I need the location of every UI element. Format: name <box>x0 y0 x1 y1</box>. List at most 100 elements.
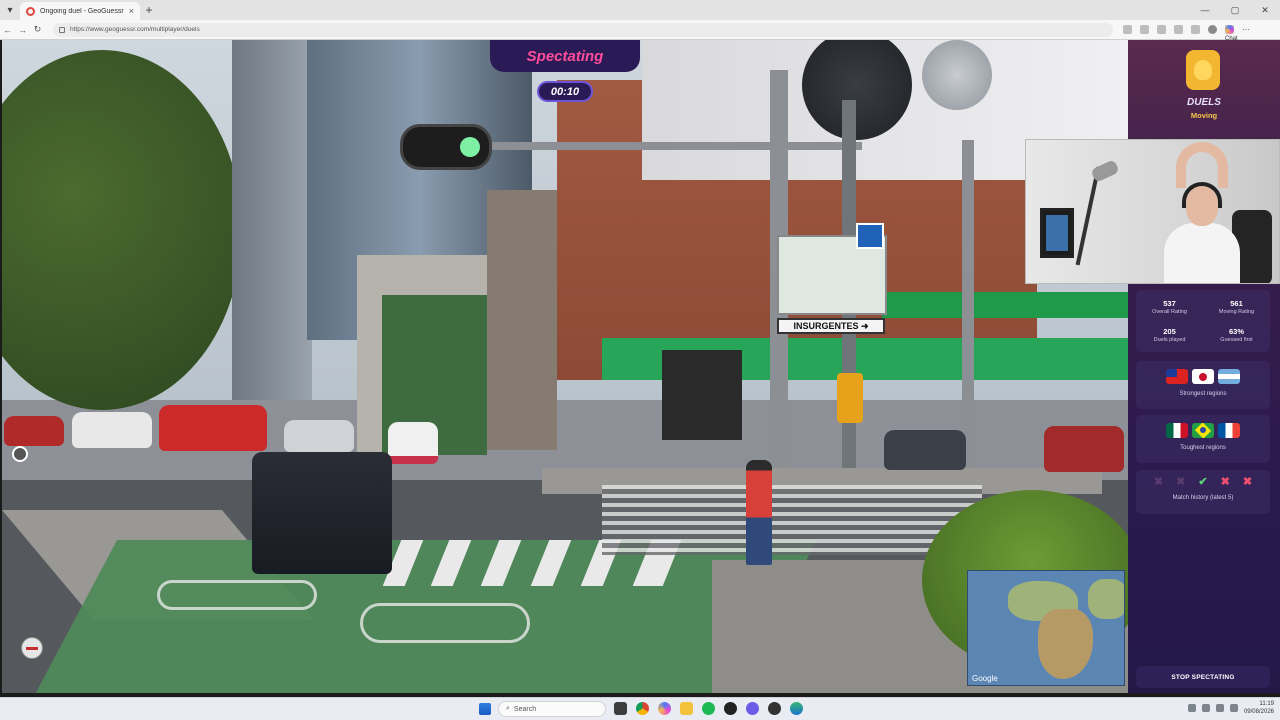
stat-overall-rating: 537 Overall Rating <box>1136 299 1203 315</box>
extension-icon[interactable] <box>1191 25 1200 34</box>
bike-lane-marking <box>157 580 317 610</box>
stat-label: Overall Rating <box>1152 309 1187 315</box>
geoguessr-favicon-icon <box>26 6 35 16</box>
stat-value: 561 <box>1230 299 1243 308</box>
guess-minimap[interactable]: Google <box>967 570 1125 686</box>
file-explorer-icon[interactable] <box>680 702 693 715</box>
street-view-panorama[interactable]: INSURGENTES ➜ <box>2 40 1128 693</box>
stat-value: 537 <box>1163 299 1176 308</box>
clock-time: 11:19 <box>1259 701 1274 707</box>
volume-icon[interactable] <box>1215 704 1224 712</box>
tab-close-icon[interactable]: × <box>129 6 134 16</box>
address-bar-row: ← → ↻ https://www.geoguessr.com/multipla… <box>0 20 1280 42</box>
copilot-icon[interactable] <box>658 702 671 715</box>
task-view-icon[interactable] <box>614 702 627 715</box>
clock[interactable]: 11:19 09/08/2026 <box>1244 700 1274 716</box>
close-window-icon[interactable]: ✕ <box>1250 0 1280 20</box>
pedestrian-light <box>837 373 863 423</box>
traffic-light-arm <box>482 142 862 150</box>
menu-icon[interactable]: ⋯ <box>1242 25 1251 34</box>
extension-icon[interactable] <box>1123 25 1132 34</box>
monitor <box>1040 208 1074 258</box>
match-history-card: ✖ ✖ ✔ ✖ ✖ Match history (latest 5) <box>1136 470 1270 514</box>
app-icon[interactable] <box>724 702 737 715</box>
map-landmass <box>1038 609 1093 679</box>
streamer <box>1164 142 1240 283</box>
stat-value: 205 <box>1163 327 1176 336</box>
chat-button[interactable]: Chat <box>1225 25 1238 42</box>
map-landmass <box>1088 579 1124 619</box>
new-tab-button[interactable]: + <box>140 3 158 17</box>
spotify-icon[interactable] <box>702 702 715 715</box>
stat-moving-rating: 561 Moving Rating <box>1203 299 1270 315</box>
network-icon[interactable] <box>1201 704 1210 712</box>
stat-label: Duels played <box>1153 337 1186 343</box>
edge-icon[interactable] <box>790 702 803 715</box>
forward-icon[interactable]: → <box>15 25 30 35</box>
parked-car <box>884 430 966 470</box>
taskbar-search-placeholder: Search <box>513 705 537 713</box>
app-icon[interactable] <box>746 702 759 715</box>
chrome-icon[interactable] <box>636 702 649 715</box>
japan-flag <box>1192 369 1214 384</box>
copilot-icon <box>1225 25 1234 34</box>
toughest-regions-label: Toughest regions <box>1180 445 1226 451</box>
skyscraper <box>232 40 312 400</box>
match-result-loss-icon: ✖ <box>1176 476 1186 488</box>
stat-value: 63% <box>1228 327 1244 336</box>
browser-tab-bar: ▾ Ongoing duel - GeoGuessr × + — ▢ ✕ <box>0 0 1280 20</box>
match-result-loss-icon: ✖ <box>1220 476 1230 488</box>
windows-start-icon[interactable] <box>479 703 491 715</box>
match-result-loss-icon: ✖ <box>1153 476 1164 488</box>
gas-station-canopy <box>882 292 1128 318</box>
tab-list-icon[interactable]: ▾ <box>0 0 20 20</box>
app-icon[interactable] <box>768 702 781 715</box>
chevron-up-icon[interactable] <box>1187 704 1196 712</box>
tab-title: Ongoing duel - GeoGuessr <box>40 7 124 15</box>
stat-duels-played: 205 Duels played <box>1136 327 1203 343</box>
minimize-icon[interactable]: — <box>1190 0 1220 20</box>
strongest-regions-label: Strongest regions <box>1179 391 1227 397</box>
parked-car <box>1044 426 1124 472</box>
taskbar-search[interactable]: ⌕ Search <box>498 701 606 717</box>
extension-icon[interactable] <box>1157 25 1166 34</box>
browser-tab[interactable]: Ongoing duel - GeoGuessr × <box>20 2 140 20</box>
pedestrian <box>746 460 772 565</box>
dark-storefront <box>662 350 742 440</box>
profile-avatar[interactable] <box>1208 25 1217 34</box>
reload-icon[interactable]: ↻ <box>30 24 45 35</box>
site-info-icon[interactable] <box>59 26 65 33</box>
car <box>4 416 64 446</box>
player-stats-card: 537 Overall Rating 561 Moving Rating 205… <box>1136 290 1270 352</box>
duels-title: DUELS <box>1187 97 1221 108</box>
van <box>159 405 267 451</box>
back-icon[interactable]: ← <box>0 25 15 35</box>
url-field[interactable]: https://www.geoguessr.com/multiplayer/du… <box>53 22 1113 37</box>
match-result-loss-icon: ✖ <box>1242 476 1253 488</box>
map-logo: Google <box>972 674 998 683</box>
extension-icon[interactable] <box>1174 25 1183 34</box>
spectating-banner: Spectating <box>490 40 640 72</box>
round-timer: 00:10 <box>537 81 593 102</box>
brazil-flag <box>1192 423 1214 438</box>
flag-row <box>1136 423 1270 438</box>
system-tray: 11:19 09/08/2026 <box>1187 700 1274 716</box>
compass-icon[interactable] <box>21 637 43 659</box>
building <box>487 190 557 450</box>
mexico-flag <box>1166 423 1188 438</box>
maximize-icon[interactable]: ▢ <box>1220 0 1250 20</box>
stop-spectating-button[interactable]: STOP SPECTATING <box>1136 666 1270 688</box>
bike-sign <box>856 223 884 249</box>
flag-row <box>1136 369 1270 384</box>
stat-guessed-first: 63% Guessed first <box>1203 327 1270 343</box>
search-icon: ⌕ <box>506 705 510 712</box>
watch-image <box>922 40 992 110</box>
taxi <box>388 422 438 464</box>
clock-date: 09/08/2026 <box>1243 709 1274 715</box>
street-view-settings-icon[interactable] <box>12 446 28 462</box>
battery-icon[interactable] <box>1229 704 1238 712</box>
bike-lane-marking <box>360 603 530 643</box>
match-history-marks: ✖ ✖ ✔ ✖ ✖ <box>1136 475 1270 488</box>
extension-icon[interactable] <box>1140 25 1149 34</box>
stat-label: Guessed first <box>1220 337 1253 343</box>
